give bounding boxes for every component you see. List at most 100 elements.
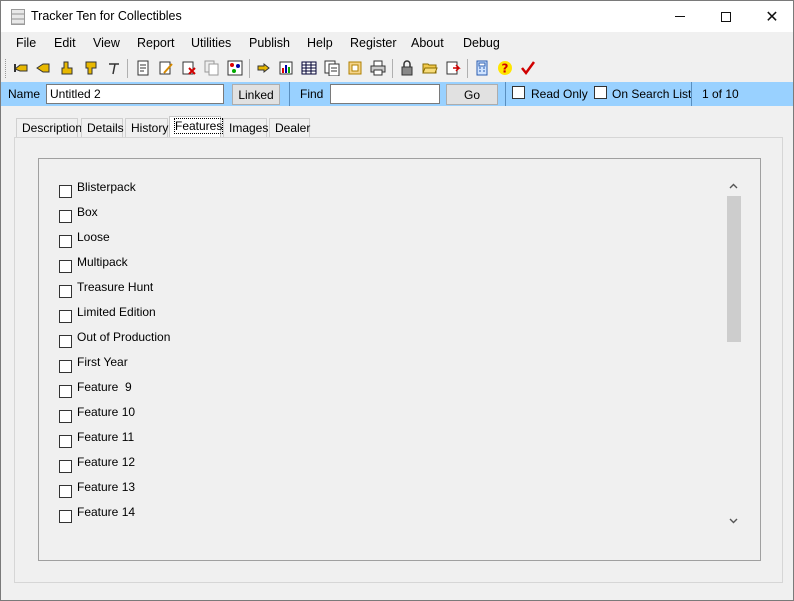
- feature-label: Multipack: [77, 255, 128, 269]
- maximize-button[interactable]: [703, 1, 749, 32]
- app-icon: [11, 9, 25, 25]
- open-folder-icon[interactable]: [421, 59, 439, 77]
- svg-text:?: ?: [502, 62, 509, 76]
- find-input[interactable]: [330, 84, 440, 104]
- features-list: Blisterpack Box Loose Multipack Treasure…: [38, 158, 761, 561]
- search-icon[interactable]: [255, 59, 273, 77]
- menu-debug[interactable]: Debug: [463, 36, 500, 50]
- scroll-thumb[interactable]: [727, 196, 741, 342]
- feature-label: First Year: [77, 355, 128, 369]
- feature-checkbox[interactable]: [59, 335, 72, 348]
- feature-checkbox[interactable]: [59, 260, 72, 273]
- first-record-icon[interactable]: [12, 59, 30, 77]
- record-bar-separator: [505, 82, 506, 106]
- feature-checkbox[interactable]: [59, 460, 72, 473]
- minimize-button[interactable]: [657, 1, 703, 32]
- toolbar-separator: [249, 59, 250, 78]
- feature-checkbox[interactable]: [59, 310, 72, 323]
- record-position: 1 of 10: [702, 87, 739, 101]
- menu-report[interactable]: Report: [137, 36, 175, 50]
- menu-edit[interactable]: Edit: [54, 36, 76, 50]
- menu-view[interactable]: View: [93, 36, 120, 50]
- toolbar: ?: [1, 56, 793, 82]
- feature-label: Feature 12: [77, 455, 136, 469]
- menu-publish[interactable]: Publish: [249, 36, 290, 50]
- menu-help[interactable]: Help: [307, 36, 333, 50]
- menu-bar: File Edit View Report Utilities Publish …: [1, 32, 793, 56]
- feature-label: Feature 13: [77, 480, 136, 494]
- lock-icon[interactable]: [398, 59, 416, 77]
- maximize-icon: [721, 11, 731, 22]
- tab-dealer[interactable]: Dealer: [269, 118, 310, 137]
- chevron-down-icon: [729, 518, 738, 523]
- close-icon: ✕: [765, 8, 779, 26]
- copy-record-icon[interactable]: [203, 59, 221, 77]
- print-icon[interactable]: [369, 59, 387, 77]
- feature-label: Feature 14: [77, 505, 136, 519]
- previous-record-icon[interactable]: [34, 59, 52, 77]
- next-record-icon[interactable]: [58, 59, 76, 77]
- feature-label: Feature 10: [77, 405, 136, 419]
- chevron-up-icon: [729, 183, 738, 188]
- record-bar: Name Linked Find Go Read Only On Search …: [1, 82, 793, 106]
- report-icon[interactable]: [277, 59, 295, 77]
- feature-checkbox[interactable]: [59, 360, 72, 373]
- check-icon[interactable]: [519, 59, 537, 77]
- edit-record-icon[interactable]: [157, 59, 175, 77]
- calculator-icon[interactable]: [473, 59, 491, 77]
- list-view-icon[interactable]: [323, 59, 341, 77]
- record-bar-separator: [691, 82, 692, 106]
- read-only-label: Read Only: [531, 87, 588, 101]
- scroll-down-button[interactable]: [725, 512, 742, 529]
- toolbar-grip[interactable]: [5, 59, 8, 78]
- delete-record-icon[interactable]: [180, 59, 198, 77]
- minimize-icon: [675, 16, 685, 17]
- feature-checkbox[interactable]: [59, 385, 72, 398]
- help-icon[interactable]: ?: [496, 59, 514, 77]
- toolbar-separator: [467, 59, 468, 78]
- read-only-checkbox[interactable]: [512, 86, 525, 99]
- tab-details[interactable]: Details: [81, 118, 124, 137]
- app-window: Tracker Ten for Collectibles ✕ File Edit…: [0, 0, 794, 601]
- feature-label: Feature 11: [77, 430, 135, 444]
- feature-checkbox[interactable]: [59, 235, 72, 248]
- menu-file[interactable]: File: [16, 36, 36, 50]
- feature-checkbox[interactable]: [59, 210, 72, 223]
- linked-button[interactable]: Linked: [232, 84, 280, 105]
- tab-history[interactable]: History: [125, 118, 168, 137]
- toolbar-separator: [127, 59, 128, 78]
- tab-images[interactable]: Images: [223, 118, 268, 137]
- export-icon[interactable]: [444, 59, 462, 77]
- menu-about[interactable]: About: [411, 36, 444, 50]
- feature-label: Loose: [77, 230, 110, 244]
- feature-label: Blisterpack: [77, 180, 136, 194]
- scroll-up-button[interactable]: [725, 177, 742, 194]
- feature-checkbox[interactable]: [59, 185, 72, 198]
- table-view-icon[interactable]: [300, 59, 318, 77]
- feature-checkbox[interactable]: [59, 435, 72, 448]
- feature-checkbox[interactable]: [59, 285, 72, 298]
- sort-icon[interactable]: [226, 59, 244, 77]
- go-to-icon[interactable]: [105, 59, 123, 77]
- feature-checkbox[interactable]: [59, 485, 72, 498]
- go-button[interactable]: Go: [446, 84, 498, 105]
- feature-checkbox[interactable]: [59, 410, 72, 423]
- menu-register[interactable]: Register: [350, 36, 397, 50]
- record-bar-separator: [289, 82, 290, 106]
- last-record-icon[interactable]: [82, 59, 100, 77]
- window-title: Tracker Ten for Collectibles: [31, 9, 182, 23]
- feature-label: Box: [77, 205, 98, 219]
- close-button[interactable]: ✕: [749, 1, 794, 32]
- vertical-scrollbar[interactable]: [725, 177, 742, 529]
- on-search-list-checkbox[interactable]: [594, 86, 607, 99]
- tab-description[interactable]: Description: [16, 118, 82, 137]
- feature-checkbox[interactable]: [59, 510, 72, 523]
- name-input[interactable]: [46, 84, 224, 104]
- find-label: Find: [300, 87, 324, 101]
- tab-features[interactable]: Features: [169, 116, 224, 137]
- image-icon[interactable]: [346, 59, 364, 77]
- feature-label: Feature 9: [77, 380, 132, 394]
- new-record-icon[interactable]: [134, 59, 152, 77]
- menu-utilities[interactable]: Utilities: [191, 36, 231, 50]
- toolbar-separator: [392, 59, 393, 78]
